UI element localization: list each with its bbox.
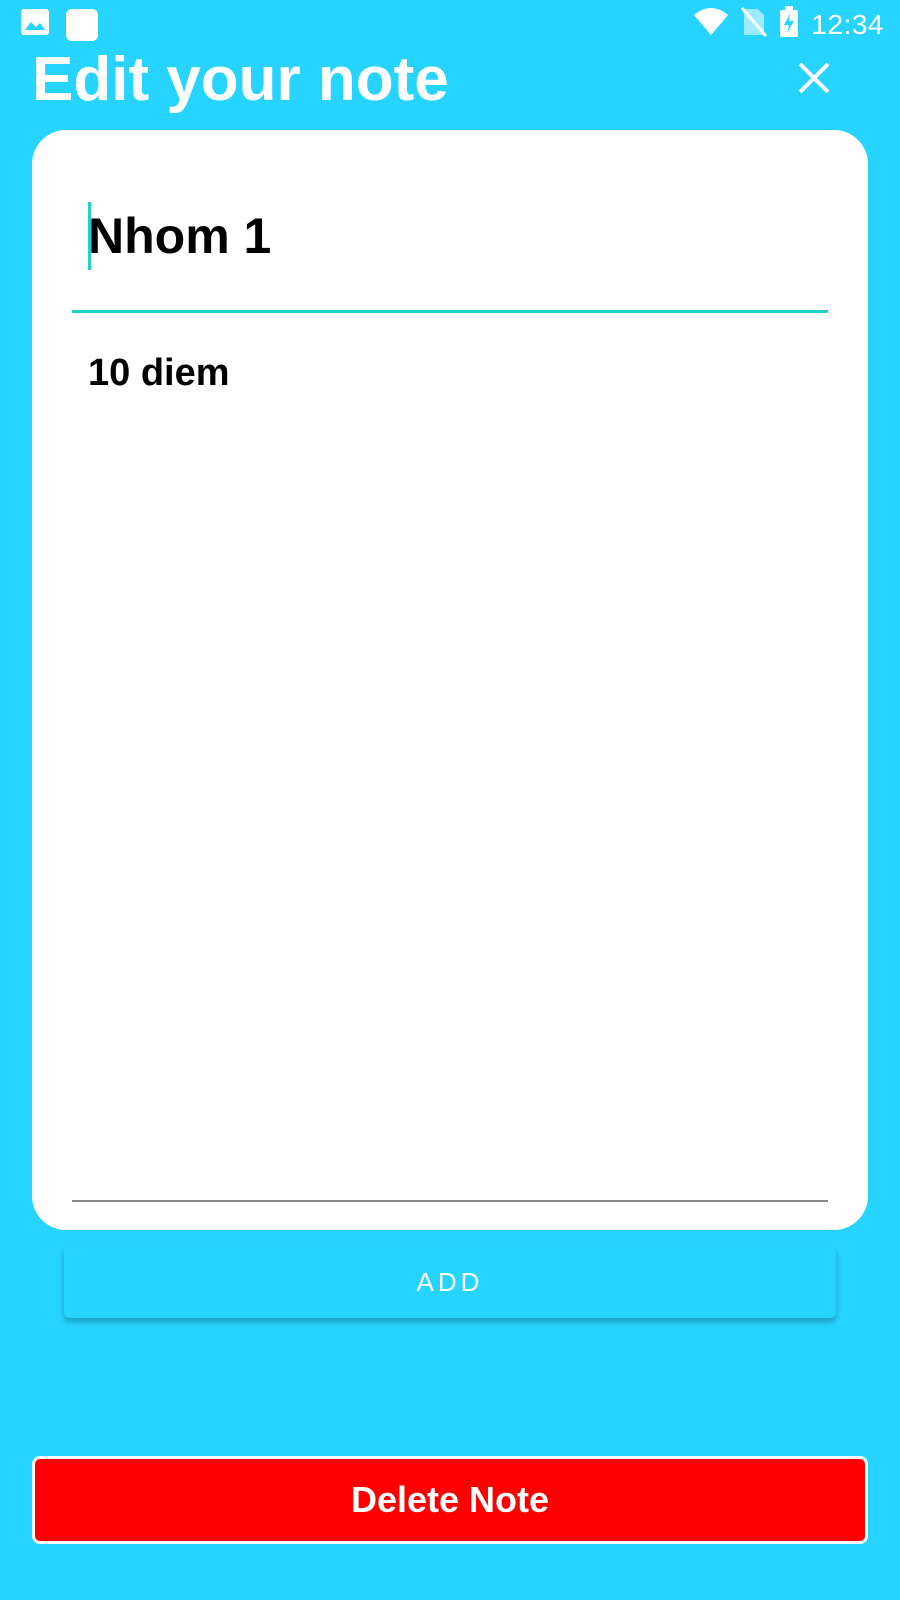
note-body-field: 10 diem (72, 330, 828, 1202)
note-body-input[interactable]: 10 diem (88, 350, 808, 1150)
close-icon (797, 61, 831, 100)
add-button[interactable]: ADD (64, 1246, 836, 1318)
page-title: Edit your note (32, 45, 449, 114)
app-icon (66, 8, 98, 41)
no-sim-icon (741, 7, 768, 42)
note-card: 10 diem ADD (32, 130, 868, 1318)
wifi-icon (693, 7, 729, 42)
status-time: 12:34 (811, 8, 884, 40)
note-title-input[interactable] (88, 198, 808, 274)
battery-charging-icon (779, 6, 799, 43)
close-button[interactable] (790, 56, 838, 104)
edit-note-screen: 12:34 Edit your note 10 diem ADD Delete … (0, 0, 900, 1600)
note-title-field (72, 198, 828, 313)
status-bar: 12:34 (0, 0, 900, 48)
image-icon (20, 8, 50, 41)
delete-note-button[interactable]: Delete Note (32, 1456, 868, 1544)
status-bar-left (20, 8, 98, 41)
status-bar-right: 12:34 (693, 6, 884, 43)
